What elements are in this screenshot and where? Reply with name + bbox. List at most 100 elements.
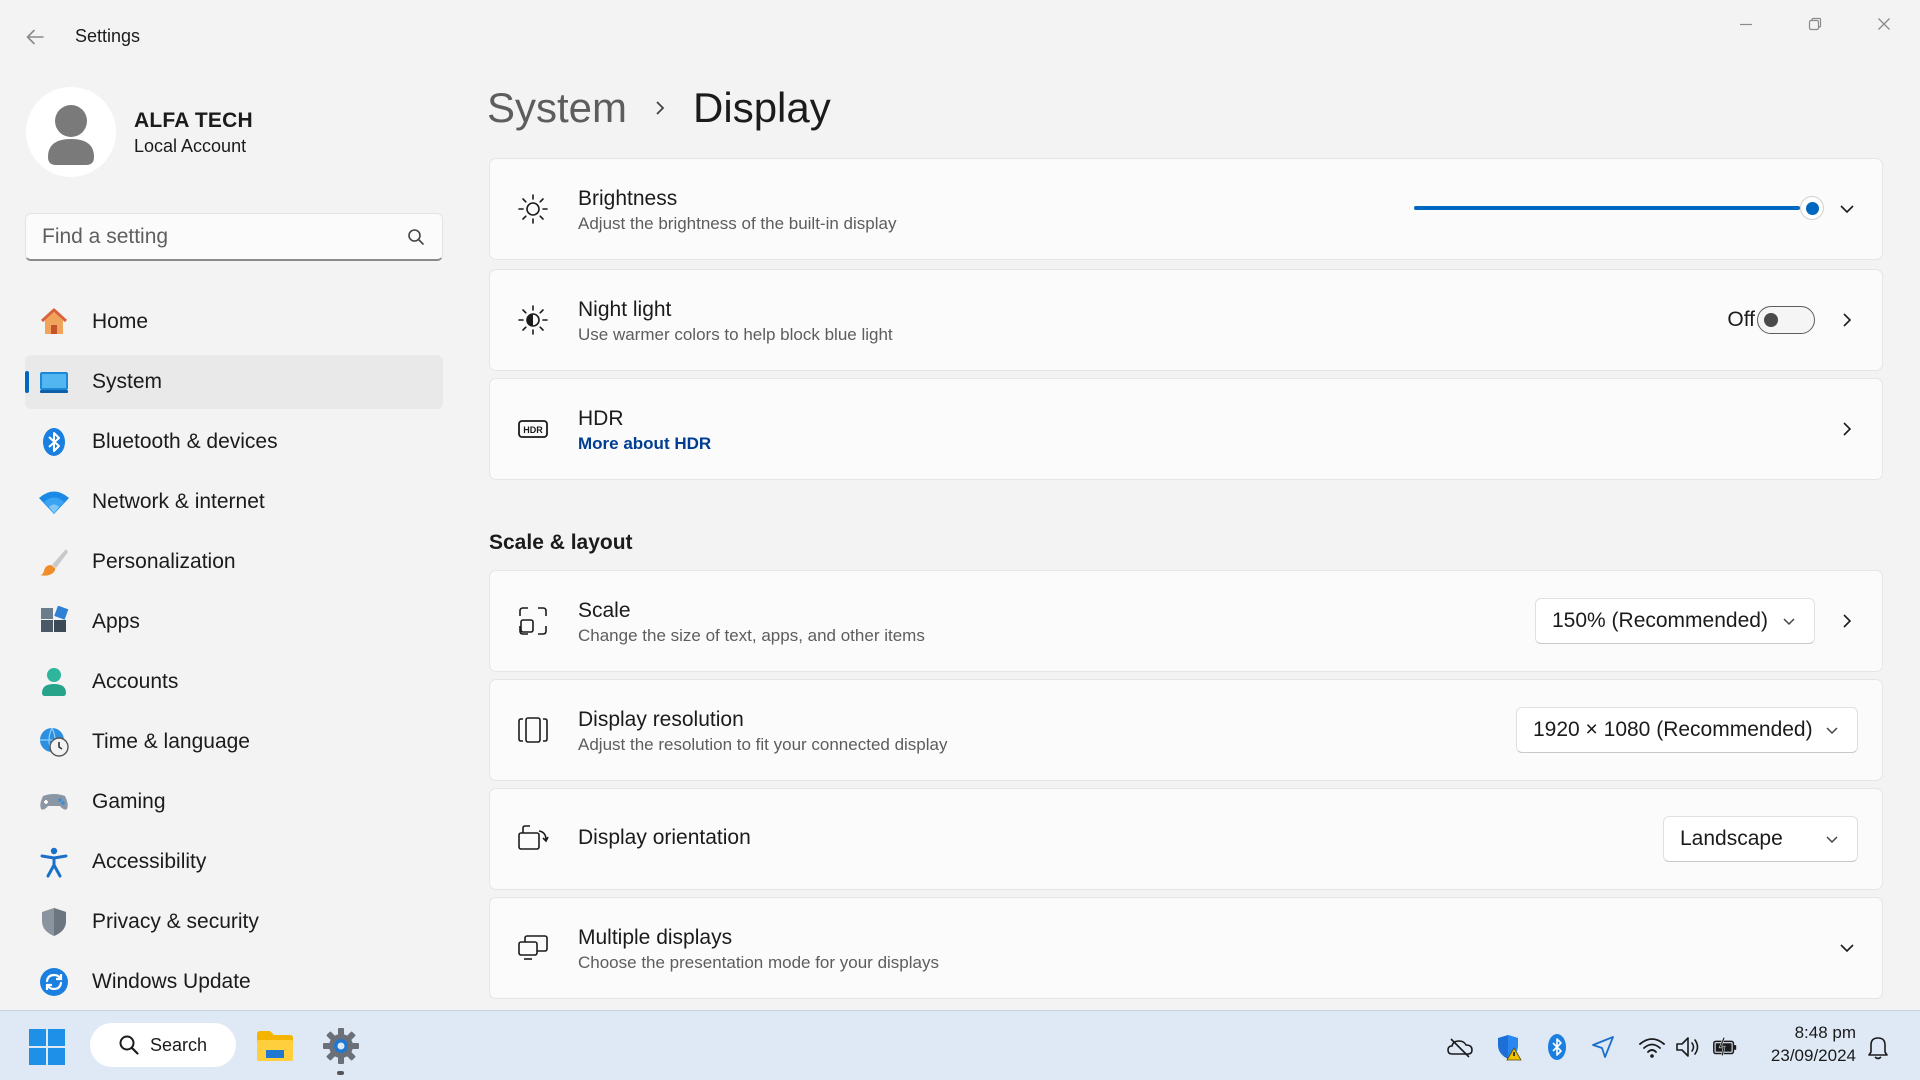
scale-value: 150% (Recommended) [1552,609,1768,632]
sidebar-item-label: System [92,370,163,393]
sidebar-item-label: Gaming [92,790,166,813]
bluetooth-icon [38,426,70,458]
chevron-right-icon[interactable] [1836,610,1858,632]
night-light-title: Night light [578,298,672,321]
wifi-icon [38,486,70,518]
hdr-icon: HDR [516,412,550,446]
orientation-title: Display orientation [578,826,751,849]
sidebar-item-gaming[interactable]: Gaming [25,775,443,829]
night-light-toggle[interactable] [1757,306,1815,334]
chevron-down-icon[interactable] [1836,198,1858,220]
scale-title: Scale [578,599,631,622]
windows-logo-icon [29,1029,65,1065]
sidebar-item-label: Apps [92,610,140,633]
sidebar-item-bluetooth[interactable]: Bluetooth & devices [25,415,443,469]
sidebar-item-label: Privacy & security [92,910,259,933]
search-icon[interactable] [406,227,426,247]
sidebar-item-system[interactable]: System [25,355,443,409]
chevron-right-icon[interactable] [1836,309,1858,331]
folder-icon [257,1031,293,1061]
resolution-icon [516,713,550,747]
resolution-title: Display resolution [578,708,744,731]
hdr-card[interactable]: HDR HDR More about HDR [489,378,1883,480]
brightness-icon [516,192,550,226]
night-light-card[interactable]: Night light Use warmer colors to help bl… [489,269,1883,371]
display-resolution-card[interactable]: Display resolution Adjust the resolution… [489,679,1883,781]
hdr-link[interactable]: More about HDR [578,434,711,454]
bluetooth-tray-icon[interactable] [1543,1033,1571,1061]
app-title: Settings [75,26,141,46]
brightness-card[interactable]: Brightness Adjust the brightness of the … [489,158,1883,260]
settings-app-button[interactable] [318,1023,364,1069]
multiple-displays-subtitle: Choose the presentation mode for your di… [578,953,939,972]
sidebar-item-windows-update[interactable]: Windows Update [25,955,443,1009]
sidebar-item-accounts[interactable]: Accounts [25,655,443,709]
multiple-displays-title: Multiple displays [578,926,733,949]
shield-icon [38,906,70,938]
taskbar-clock[interactable]: 8:48 pm 23/09/2024 [1771,1021,1856,1067]
orientation-dropdown[interactable]: Landscape [1663,816,1858,862]
minimize-button[interactable] [1712,0,1780,48]
close-icon [1878,18,1890,30]
sidebar-nav: Home System Bluetooth & devices Network … [25,295,443,1015]
file-explorer-button[interactable] [252,1023,298,1069]
scale-dropdown[interactable]: 150% (Recommended) [1535,598,1815,644]
restore-button[interactable] [1781,0,1849,48]
chevron-right-icon[interactable] [1836,418,1858,440]
home-icon [38,306,70,338]
night-light-subtitle: Use warmer colors to help block blue lig… [578,325,893,344]
scale-icon [516,604,550,638]
security-warning-icon[interactable] [1495,1033,1523,1061]
start-button[interactable] [28,1028,66,1066]
close-button[interactable] [1850,0,1918,48]
breadcrumb-parent[interactable]: System [487,84,627,132]
sidebar-item-label: Accounts [92,670,179,693]
night-light-icon [516,303,550,337]
gear-icon [323,1028,359,1064]
sidebar-item-privacy[interactable]: Privacy & security [25,895,443,949]
breadcrumb: System Display [487,84,831,132]
restore-icon [1808,17,1822,31]
avatar[interactable] [26,87,116,177]
onedrive-icon[interactable] [1446,1033,1474,1061]
notification-bell-icon[interactable] [1864,1033,1892,1061]
chevron-down-icon[interactable] [1836,937,1858,959]
sidebar-item-apps[interactable]: Apps [25,595,443,649]
sidebar-item-label: Windows Update [92,970,251,993]
chevron-right-icon [651,99,669,117]
sidebar-item-accessibility[interactable]: Accessibility [25,835,443,889]
sidebar-item-network[interactable]: Network & internet [25,475,443,529]
clock-date: 23/09/2024 [1770,1046,1856,1065]
multiple-displays-card[interactable]: Multiple displays Choose the presentatio… [489,897,1883,999]
system-icon [38,366,70,398]
scale-card[interactable]: Scale Change the size of text, apps, and… [489,570,1883,672]
accessibility-icon [38,846,70,878]
resolution-value: 1920 × 1080 (Recommended) [1533,718,1813,741]
sidebar-item-personalization[interactable]: Personalization [25,535,443,589]
minimize-icon [1740,23,1752,26]
resolution-subtitle: Adjust the resolution to fit your connec… [578,735,948,754]
sidebar-item-time-language[interactable]: Time & language [25,715,443,769]
account-type: Local Account [134,136,247,156]
resolution-dropdown[interactable]: 1920 × 1080 (Recommended) [1516,707,1858,753]
taskbar-search[interactable]: Search [90,1023,236,1067]
battery-charging-icon[interactable] [1711,1033,1739,1061]
brightness-slider-thumb[interactable] [1800,196,1824,220]
brightness-slider-track[interactable] [1414,206,1800,210]
wifi-tray-icon[interactable] [1638,1033,1666,1061]
sidebar-item-home[interactable]: Home [25,295,443,349]
display-orientation-card[interactable]: Display orientation Landscape [489,788,1883,890]
brightness-title: Brightness [578,187,678,210]
settings-search[interactable] [25,213,443,261]
person-icon [48,105,94,165]
back-button[interactable] [18,20,52,54]
search-input[interactable] [42,224,402,249]
user-name: ALFA TECH [134,109,253,132]
sidebar-item-label: Accessibility [92,850,207,873]
location-icon[interactable] [1589,1033,1617,1061]
night-light-state: Off [1727,308,1755,331]
search-icon [119,1035,139,1055]
orientation-icon [516,822,550,856]
volume-icon[interactable] [1674,1033,1702,1061]
taskbar-search-label: Search [150,1034,208,1055]
